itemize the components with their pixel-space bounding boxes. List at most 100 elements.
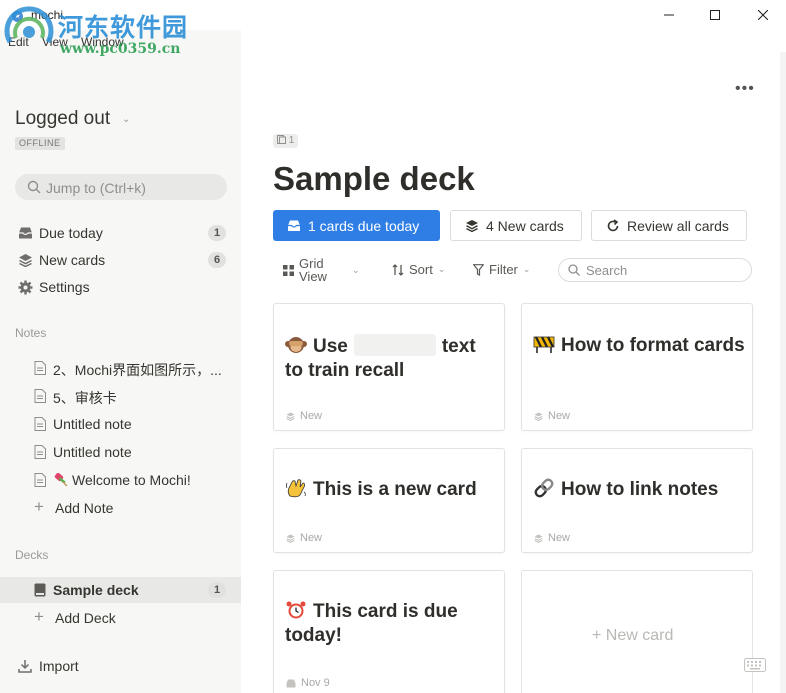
deck-count-badge: 1 bbox=[208, 582, 226, 598]
scrollbar[interactable] bbox=[780, 52, 786, 693]
maximize-icon bbox=[710, 10, 720, 20]
document-icon bbox=[34, 417, 46, 431]
review-all-label: Review all cards bbox=[627, 217, 729, 234]
search-icon bbox=[568, 264, 580, 276]
inbox-icon bbox=[17, 225, 33, 241]
close-icon bbox=[758, 10, 768, 20]
card-title: How to format cards bbox=[533, 334, 745, 358]
card-due-today[interactable]: This card is due today! Nov 9 bbox=[273, 570, 505, 693]
sidebar-deck-sample[interactable]: Sample deck 1 bbox=[0, 577, 241, 603]
filter-dropdown[interactable]: Filter ⌄ bbox=[473, 262, 530, 277]
card-title-text: How to link notes bbox=[561, 479, 719, 500]
layers-icon bbox=[286, 534, 295, 543]
add-note-button[interactable]: + Add Note bbox=[0, 495, 241, 521]
card-meta: New bbox=[534, 410, 570, 422]
wave-icon bbox=[286, 479, 306, 498]
add-deck-button[interactable]: + Add Deck bbox=[0, 605, 241, 631]
close-button[interactable] bbox=[740, 0, 786, 30]
sidebar-item-due-today[interactable]: Due today 1 bbox=[0, 220, 241, 246]
sidebar-note-item[interactable]: 2、Mochi界面如图所示，... bbox=[0, 355, 241, 381]
card-title-part: to train recall bbox=[285, 360, 405, 381]
card-status: New bbox=[300, 532, 323, 544]
filter-icon bbox=[473, 263, 484, 276]
card-status: New bbox=[548, 532, 571, 544]
card-search[interactable] bbox=[558, 258, 752, 282]
user-menu[interactable]: Logged out bbox=[15, 108, 110, 130]
chevron-down-icon: ⌄ bbox=[522, 264, 531, 274]
sort-label: Sort bbox=[409, 262, 433, 277]
new-card-tile[interactable]: + New card bbox=[521, 570, 753, 693]
linked-notes-chip[interactable]: 1 bbox=[273, 134, 299, 148]
window-title: mochi bbox=[31, 8, 64, 22]
sort-dropdown[interactable]: Sort ⌄ bbox=[392, 262, 445, 277]
cloze-hidden-text[interactable] bbox=[353, 334, 436, 356]
sidebar-note-item[interactable]: 5、审核卡 bbox=[0, 383, 241, 409]
card-link-notes[interactable]: How to link notes New bbox=[521, 448, 753, 553]
page-title[interactable]: Sample deck bbox=[273, 160, 475, 198]
card-status: New bbox=[300, 410, 323, 422]
layers-icon bbox=[17, 252, 33, 268]
chevron-down-icon[interactable]: ⌄ bbox=[122, 114, 130, 125]
sidebar-note-item[interactable]: Welcome to Mochi! bbox=[0, 467, 241, 493]
title-bar: ★ mochi bbox=[0, 0, 786, 30]
refresh-icon bbox=[606, 218, 620, 233]
sidebar-item-label: Due today bbox=[39, 225, 103, 241]
document-icon bbox=[34, 389, 46, 403]
menu-window[interactable]: Window bbox=[81, 35, 124, 49]
due-today-label: 1 cards due today bbox=[308, 217, 420, 234]
deck-icon bbox=[34, 583, 46, 597]
due-count-badge: 1 bbox=[208, 225, 226, 241]
linked-notes-count: 1 bbox=[288, 135, 295, 146]
menu-edit[interactable]: Edit bbox=[8, 35, 29, 49]
layers-icon bbox=[534, 412, 543, 421]
document-icon bbox=[34, 445, 46, 459]
note-label: Untitled note bbox=[53, 416, 132, 432]
card-meta: New bbox=[286, 532, 322, 544]
import-label: Import bbox=[39, 658, 79, 674]
card-due-date: Nov 9 bbox=[301, 677, 330, 689]
minimize-icon bbox=[664, 14, 674, 16]
note-label: 2、Mochi界面如图所示，... bbox=[53, 362, 222, 378]
card-title: How to link notes bbox=[533, 478, 745, 502]
layers-icon bbox=[534, 534, 543, 543]
due-today-button[interactable]: 1 cards due today bbox=[273, 210, 440, 241]
sidebar-note-item[interactable]: Untitled note bbox=[0, 411, 241, 437]
minimize-button[interactable] bbox=[646, 0, 692, 30]
sidebar-item-new-cards[interactable]: New cards 6 bbox=[0, 247, 241, 273]
sidebar-item-settings[interactable]: Settings bbox=[0, 274, 241, 300]
card-title-text: This card is due today! bbox=[285, 601, 458, 646]
sidebar-note-item[interactable]: Untitled note bbox=[0, 439, 241, 465]
keyboard-icon[interactable] bbox=[744, 658, 766, 672]
jump-search-input[interactable]: Jump to (Ctrl+k) bbox=[15, 174, 227, 200]
card-title: This card is due today! bbox=[285, 600, 497, 648]
note-icon bbox=[277, 135, 286, 144]
notes-section-header: Notes bbox=[15, 326, 47, 340]
more-options-button[interactable]: ••• bbox=[735, 80, 755, 98]
status-badge: OFFLINE bbox=[15, 137, 65, 150]
plus-icon: + bbox=[34, 607, 44, 626]
chevron-down-icon: ⌄ bbox=[437, 264, 446, 274]
card-title: Use text to train recall bbox=[285, 334, 497, 383]
sidebar-item-label: Settings bbox=[39, 279, 90, 295]
new-card-label: + New card bbox=[592, 627, 674, 644]
document-icon bbox=[34, 361, 46, 375]
import-button[interactable]: Import bbox=[0, 653, 241, 679]
menu-view[interactable]: View bbox=[42, 35, 68, 49]
gear-icon bbox=[17, 279, 33, 295]
add-deck-label: Add Deck bbox=[55, 610, 116, 626]
new-cards-button[interactable]: 4 New cards bbox=[450, 210, 582, 241]
note-label: Welcome to Mochi! bbox=[72, 472, 191, 488]
card-new-card[interactable]: This is a new card New bbox=[273, 448, 505, 553]
maximize-button[interactable] bbox=[692, 0, 738, 30]
grid-view-label: Grid View bbox=[299, 257, 347, 283]
card-search-input[interactable] bbox=[586, 262, 741, 278]
filter-label: Filter bbox=[489, 262, 518, 277]
grid-view-dropdown[interactable]: Grid View ⌄ bbox=[283, 257, 360, 283]
sidebar-item-label: New cards bbox=[39, 252, 106, 268]
review-all-button[interactable]: Review all cards bbox=[591, 210, 747, 241]
deck-label: Sample deck bbox=[53, 582, 139, 598]
card-use-text[interactable]: Use text to train recall New bbox=[273, 303, 505, 431]
construction-icon bbox=[533, 336, 555, 353]
card-how-to-format[interactable]: How to format cards New bbox=[521, 303, 753, 431]
plus-icon: + bbox=[34, 497, 44, 516]
